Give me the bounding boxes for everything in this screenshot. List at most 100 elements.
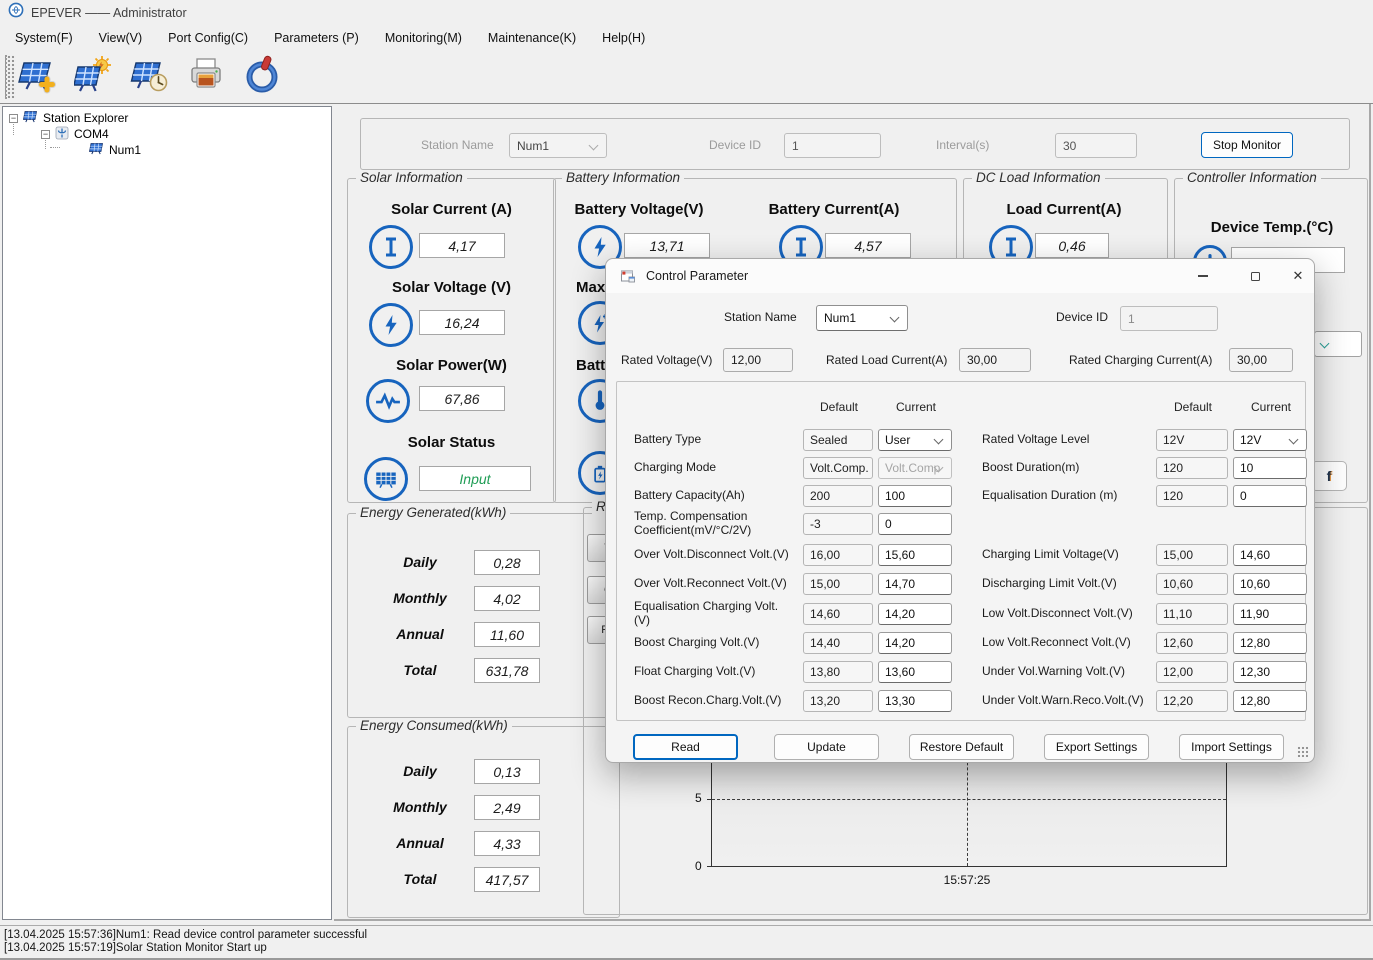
menu-item-1[interactable]: View(V) — [86, 27, 156, 49]
status-message: [13.04.2025 15:57:19]Solar Station Monit… — [4, 942, 267, 954]
param-default-value: Sealed — [803, 429, 873, 451]
solar-station-button[interactable] — [72, 55, 116, 99]
energy-consumed-panel: Energy Consumed(kWh) Daily0,13Monthly2,4… — [347, 726, 620, 918]
param-current-input[interactable]: 14,20 — [878, 603, 952, 625]
solar-status-value: Input — [419, 466, 531, 491]
menu-item-0[interactable]: System(F) — [2, 27, 86, 49]
menu-item-3[interactable]: Parameters (P) — [261, 27, 372, 49]
rated-load-current-label: Rated Load Current(A) — [826, 353, 947, 367]
window-title: EPEVER —— Administrator — [31, 6, 187, 20]
param-current-select[interactable]: 12V — [1233, 429, 1307, 451]
solar-power-value: 67,86 — [419, 386, 505, 411]
menu-item-4[interactable]: Monitoring(M) — [372, 27, 475, 49]
param-default-value: 12V — [1156, 429, 1228, 451]
tree-item-device[interactable]: Num1 — [89, 142, 141, 158]
param-label: Discharging Limit Volt.(V) — [982, 567, 1152, 601]
param-current-input[interactable]: 0 — [1233, 485, 1307, 507]
station-name-label: Station Name — [421, 138, 494, 152]
energy-row-label: Monthly — [372, 799, 468, 815]
collapse-icon[interactable]: − — [9, 114, 18, 123]
solar-information-panel: Solar Information Solar Current (A) 4,17… — [347, 178, 556, 503]
chevron-down-icon — [589, 141, 599, 151]
partial-combobox[interactable] — [1314, 331, 1362, 357]
param-current-input[interactable]: 12,80 — [1233, 690, 1307, 712]
parameter-table: Default Current Default Current Battery … — [616, 381, 1306, 721]
battery-voltage-value: 13,71 — [624, 233, 710, 258]
param-current-input[interactable]: 12,80 — [1233, 632, 1307, 654]
power-exit-button[interactable] — [240, 55, 284, 99]
chevron-down-icon — [1289, 435, 1299, 445]
menu-item-5[interactable]: Maintenance(K) — [475, 27, 589, 49]
add-station-button[interactable] — [16, 55, 60, 99]
tree-item-station-explorer[interactable]: − Station Explorer — [9, 110, 128, 126]
column-header-default: Default — [803, 400, 875, 414]
station-icon — [23, 110, 38, 126]
status-message: [13.04.2025 15:57:36]Num1: Read device c… — [4, 929, 367, 941]
energy-row-value: 4,02 — [474, 586, 540, 611]
param-current-input[interactable]: 14,70 — [878, 573, 952, 595]
form-icon — [620, 268, 636, 289]
menu-item-6[interactable]: Help(H) — [589, 27, 658, 49]
param-current-input[interactable]: 10,60 — [1233, 573, 1307, 595]
param-current-input[interactable]: 100 — [878, 485, 952, 507]
param-current-input[interactable]: 10 — [1233, 457, 1307, 479]
dialog-button-3[interactable]: Export Settings — [1044, 734, 1149, 760]
param-current-input[interactable]: 13,30 — [878, 690, 952, 712]
energy-row-value: 417,57 — [474, 867, 540, 892]
dialog-titlebar[interactable]: Control Parameter ✕ — [606, 259, 1314, 293]
battery-max-label-partial: Max — [576, 279, 605, 296]
param-label: Temp. Compensation Coefficient(mV/°C/2V) — [634, 507, 796, 541]
station-timer-button[interactable] — [128, 55, 172, 99]
param-default-value: -3 — [803, 513, 873, 535]
solar-panel-title: Solar Information — [356, 170, 467, 185]
minimize-button[interactable] — [1181, 263, 1225, 289]
dialog-button-1[interactable]: Update — [774, 734, 879, 760]
energy-consumed-title: Energy Consumed(kWh) — [356, 718, 512, 733]
load-current-value: 0,46 — [1035, 233, 1109, 258]
y-tick-0: 0 — [695, 859, 702, 873]
param-default-value: 12,20 — [1156, 690, 1228, 712]
dialog-station-name-select[interactable]: Num1 — [816, 305, 908, 331]
y-tick-mark — [707, 866, 712, 867]
param-default-value: 14,40 — [803, 632, 873, 654]
param-current-value: Volt.Comp — [885, 461, 940, 475]
solar-voltage-label: Solar Voltage (V) — [348, 279, 555, 296]
param-current-input[interactable]: 0 — [878, 513, 952, 535]
station-name-select[interactable]: Num1 — [509, 133, 607, 158]
solar-current-label: Solar Current (A) — [348, 201, 555, 218]
param-current-input[interactable]: 15,60 — [878, 544, 952, 566]
tree-connector — [50, 147, 60, 148]
print-button[interactable] — [184, 55, 228, 99]
partial-off-button[interactable]: f — [1311, 461, 1347, 491]
dialog-button-2[interactable]: Restore Default — [909, 734, 1014, 760]
resize-grip[interactable] — [1297, 746, 1308, 757]
param-current-input[interactable]: 13,60 — [878, 661, 952, 683]
device-id-input[interactable]: 1 — [784, 133, 881, 158]
interval-input[interactable]: 30 — [1055, 133, 1137, 158]
stop-monitor-button[interactable]: Stop Monitor — [1201, 132, 1293, 158]
collapse-icon[interactable]: − — [41, 130, 50, 139]
dialog-device-id-input[interactable]: 1 — [1120, 306, 1218, 331]
tree-item-com-port[interactable]: − COM4 — [41, 126, 109, 142]
param-current-input[interactable]: 11,90 — [1233, 603, 1307, 625]
tree-item-label: Station Explorer — [43, 111, 128, 125]
energy-row-value: 2,49 — [474, 795, 540, 820]
solar-status-label: Solar Status — [348, 434, 555, 451]
close-button[interactable]: ✕ — [1285, 263, 1311, 289]
dialog-button-0[interactable]: Read — [633, 734, 738, 760]
param-current-select[interactable]: User — [878, 429, 952, 451]
param-current-input[interactable]: 12,30 — [1233, 661, 1307, 683]
maximize-button[interactable] — [1233, 263, 1277, 289]
param-current-input[interactable]: 14,60 — [1233, 544, 1307, 566]
energy-generated-panel: Energy Generated(kWh) Daily0,28Monthly4,… — [347, 513, 620, 718]
dialog-button-4[interactable]: Import Settings — [1179, 734, 1284, 760]
param-label: Equalisation Duration (m) — [982, 479, 1152, 513]
menu-item-2[interactable]: Port Config(C) — [155, 27, 261, 49]
voltage-icon — [369, 303, 413, 347]
energy-row-label: Total — [372, 871, 468, 887]
param-current-input[interactable]: 14,20 — [878, 632, 952, 654]
param-current-select[interactable]: Volt.Comp — [878, 457, 952, 479]
column-header-current: Current — [878, 400, 954, 414]
param-default-value: 11,10 — [1156, 603, 1228, 625]
param-default-value: 120 — [1156, 485, 1228, 507]
